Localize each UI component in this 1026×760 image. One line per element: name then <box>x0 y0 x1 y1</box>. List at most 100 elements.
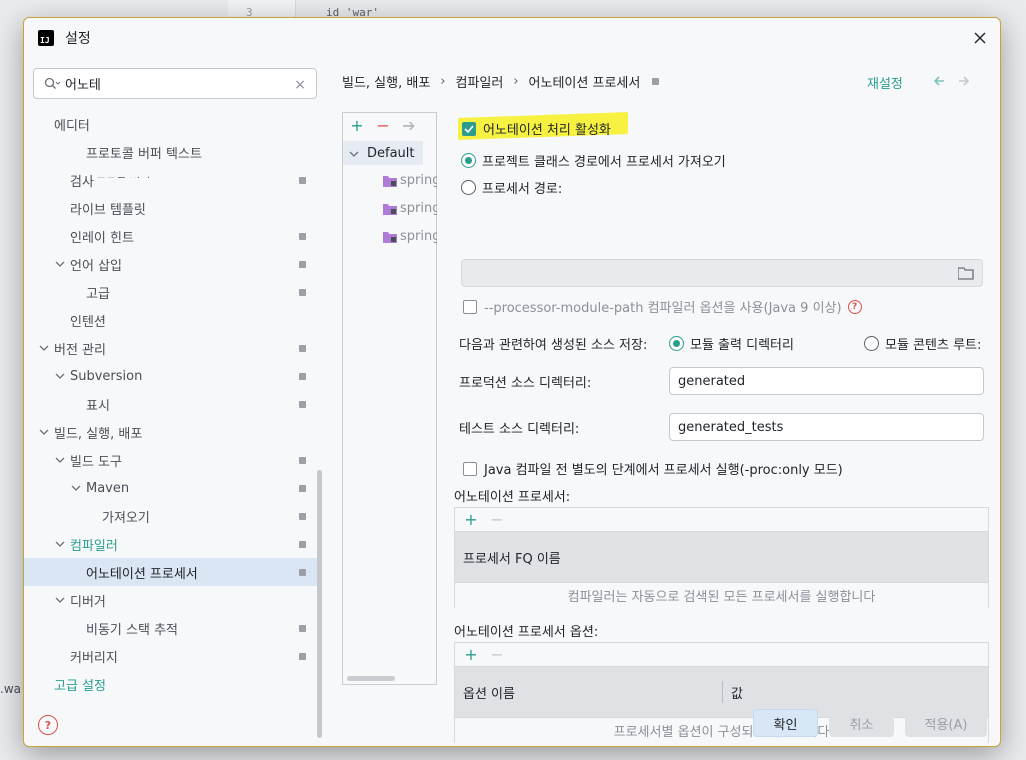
help-icon[interactable]: ? <box>38 715 58 735</box>
tree-item-compiler[interactable]: 컴파일러 <box>24 530 318 558</box>
chevron-down-icon[interactable] <box>38 342 50 354</box>
tree-item-presentation[interactable]: 표시 <box>24 390 318 418</box>
tree-item-advanced-settings[interactable]: 고급 설정 <box>24 670 318 698</box>
chevron-down-icon[interactable] <box>54 370 66 382</box>
close-button[interactable] <box>970 28 990 48</box>
add-processor-button[interactable]: + <box>463 510 479 529</box>
breadcrumb-item: 어노테이션 프로세서 <box>528 76 641 91</box>
module-path-checkbox[interactable] <box>463 299 477 314</box>
project-badge-icon <box>299 624 306 632</box>
project-badge-icon <box>299 260 306 268</box>
tree-item-editor[interactable]: 에디터 <box>24 110 318 138</box>
processor-path-row[interactable]: 프로세서 경로: <box>461 178 562 197</box>
module-output-radio[interactable] <box>669 336 684 351</box>
app-logo-icon: IJ <box>38 30 54 46</box>
breadcrumb-separator-icon: › <box>513 74 519 89</box>
project-badge-icon <box>299 400 306 408</box>
tree-item-inspections[interactable]: 검사 <box>24 166 318 194</box>
tree-item-label: 커버리지 <box>70 650 118 666</box>
add-profile-button[interactable]: + <box>349 116 365 135</box>
add-option-button[interactable]: + <box>463 645 479 664</box>
from-classpath-label: 프로젝트 클래스 경로에서 프로세서 가져오기 <box>482 155 726 170</box>
title-bar: IJ 설정 <box>24 18 1000 58</box>
tree-item-protobuf-text[interactable]: 프로토콜 버퍼 텍스트 <box>24 138 318 166</box>
chevron-down-icon[interactable] <box>54 594 66 606</box>
remove-option-button[interactable]: − <box>489 645 505 664</box>
clear-search-icon[interactable]: × <box>294 77 306 93</box>
settings-content-pane: 빌드, 실행, 배포 › 컴파일러 › 어노테이션 프로세서 재설정 + − ➔… <box>324 58 1000 743</box>
chevron-down-icon[interactable] <box>54 258 66 270</box>
breadcrumb-item[interactable]: 컴파일러 <box>456 72 504 91</box>
tree-item-version-control[interactable]: 버전 관리 <box>24 334 318 362</box>
remove-processor-button[interactable]: − <box>489 510 505 529</box>
chevron-down-icon[interactable] <box>54 538 66 550</box>
column-separator[interactable] <box>722 681 723 703</box>
profile-default[interactable]: Default <box>343 141 423 165</box>
module-path-label: --processor-module-path 컴파일러 옵션을 사용(Java… <box>484 301 842 316</box>
help-icon[interactable]: ? <box>847 299 862 314</box>
project-badge-icon <box>299 176 306 184</box>
module-content-row[interactable]: 모듈 콘텐츠 루트: <box>864 334 981 353</box>
cancel-button[interactable]: 취소 <box>829 709 894 737</box>
tree-item-coverage[interactable]: 커버리지 <box>24 642 318 670</box>
search-box[interactable]: × <box>33 68 317 99</box>
tree-item-debugger[interactable]: 디버거 <box>24 586 318 614</box>
proc-only-row[interactable]: Java 컴파일 전 별도의 단계에서 프로세서 실행(-proc:only 모… <box>463 459 843 478</box>
back-arrow-icon[interactable] <box>932 74 946 88</box>
module-path-row[interactable]: --processor-module-path 컴파일러 옵션을 사용(Java… <box>463 297 862 316</box>
column-header: 프로세서 FQ 이름 <box>463 551 561 567</box>
test-dir-input[interactable]: generated_tests <box>669 413 984 441</box>
chevron-down-icon[interactable] <box>70 482 82 494</box>
tree-item-inlay-hints[interactable]: 인레이 힌트 <box>24 222 318 250</box>
enable-annotation-checkbox[interactable] <box>462 121 476 136</box>
settings-tree-pane: × 에디터 프로토콜 버퍼 프로토콜 버퍼 텍스트 검사 라이브 템플릿 인레이… <box>24 58 324 738</box>
processor-path-field[interactable] <box>461 259 983 287</box>
from-classpath-row[interactable]: 프로젝트 클래스 경로에서 프로세서 가져오기 <box>461 151 726 170</box>
breadcrumb: 빌드, 실행, 배포 › 컴파일러 › 어노테이션 프로세서 <box>342 72 660 91</box>
profile-module[interactable]: spring <box>383 229 437 244</box>
forward-arrow-icon[interactable] <box>957 74 971 88</box>
project-badge-icon <box>299 512 306 520</box>
chevron-down-icon[interactable] <box>38 426 50 438</box>
tree-item-subversion[interactable]: Subversion <box>24 362 318 390</box>
profile-module[interactable]: spring <box>383 201 437 216</box>
tree-item-importing[interactable]: 가져오기 <box>24 502 318 530</box>
tree-item-maven[interactable]: Maven <box>24 474 318 502</box>
tree-item-async-stack-traces[interactable]: 비동기 스택 추적 <box>24 614 318 642</box>
module-folder-icon <box>383 231 397 243</box>
module-content-radio[interactable] <box>864 336 879 351</box>
tree-item-label: 빌드, 실행, 배포 <box>54 426 143 442</box>
tree-item-intentions[interactable]: 인텐션 <box>24 306 318 334</box>
browse-folder-icon[interactable] <box>958 267 974 280</box>
remove-profile-button[interactable]: − <box>375 116 391 135</box>
search-input[interactable] <box>65 76 285 91</box>
tree-item-build-tools[interactable]: 빌드 도구 <box>24 446 318 474</box>
tree-item-build-execution-deployment[interactable]: 빌드, 실행, 배포 <box>24 418 318 446</box>
profile-module[interactable]: spring <box>383 173 437 188</box>
tree-item-annotation-processors[interactable]: 어노테이션 프로세서 <box>24 558 318 586</box>
chevron-down-icon[interactable] <box>54 454 66 466</box>
move-to-profile-button[interactable]: ➔ <box>401 116 417 135</box>
project-badge-icon <box>652 78 660 85</box>
apply-button[interactable]: 적용(A) <box>905 709 987 737</box>
tree-item-advanced[interactable]: 고급 <box>24 278 318 306</box>
prod-dir-input[interactable]: generated <box>669 367 984 395</box>
module-output-row[interactable]: 모듈 출력 디렉터리 <box>669 334 794 353</box>
tree-item-label: 버전 관리 <box>54 342 106 358</box>
chevron-down-icon[interactable] <box>349 146 361 161</box>
ok-button[interactable]: 확인 <box>753 709 818 737</box>
reset-link[interactable]: 재설정 <box>867 73 903 92</box>
tree-item-label: Subversion <box>70 368 143 384</box>
profiles-scrollbar[interactable] <box>347 676 395 681</box>
breadcrumb-item[interactable]: 빌드, 실행, 배포 <box>342 72 430 91</box>
enable-annotation-row[interactable]: 어노테이션 처리 활성화 <box>462 119 611 138</box>
project-badge-icon <box>299 456 306 464</box>
processor-path-radio[interactable] <box>461 180 476 195</box>
proc-only-checkbox[interactable] <box>463 461 477 476</box>
tree-item-language-injection[interactable]: 언어 삽입 <box>24 250 318 278</box>
tree-item-label: 어노테이션 프로세서 <box>86 566 198 582</box>
prod-dir-label: 프로덕션 소스 디렉터리: <box>459 376 592 391</box>
from-classpath-radio[interactable] <box>461 153 476 168</box>
tree-scrollbar[interactable] <box>317 470 322 738</box>
tree-item-live-templates[interactable]: 라이브 템플릿 <box>24 194 318 222</box>
